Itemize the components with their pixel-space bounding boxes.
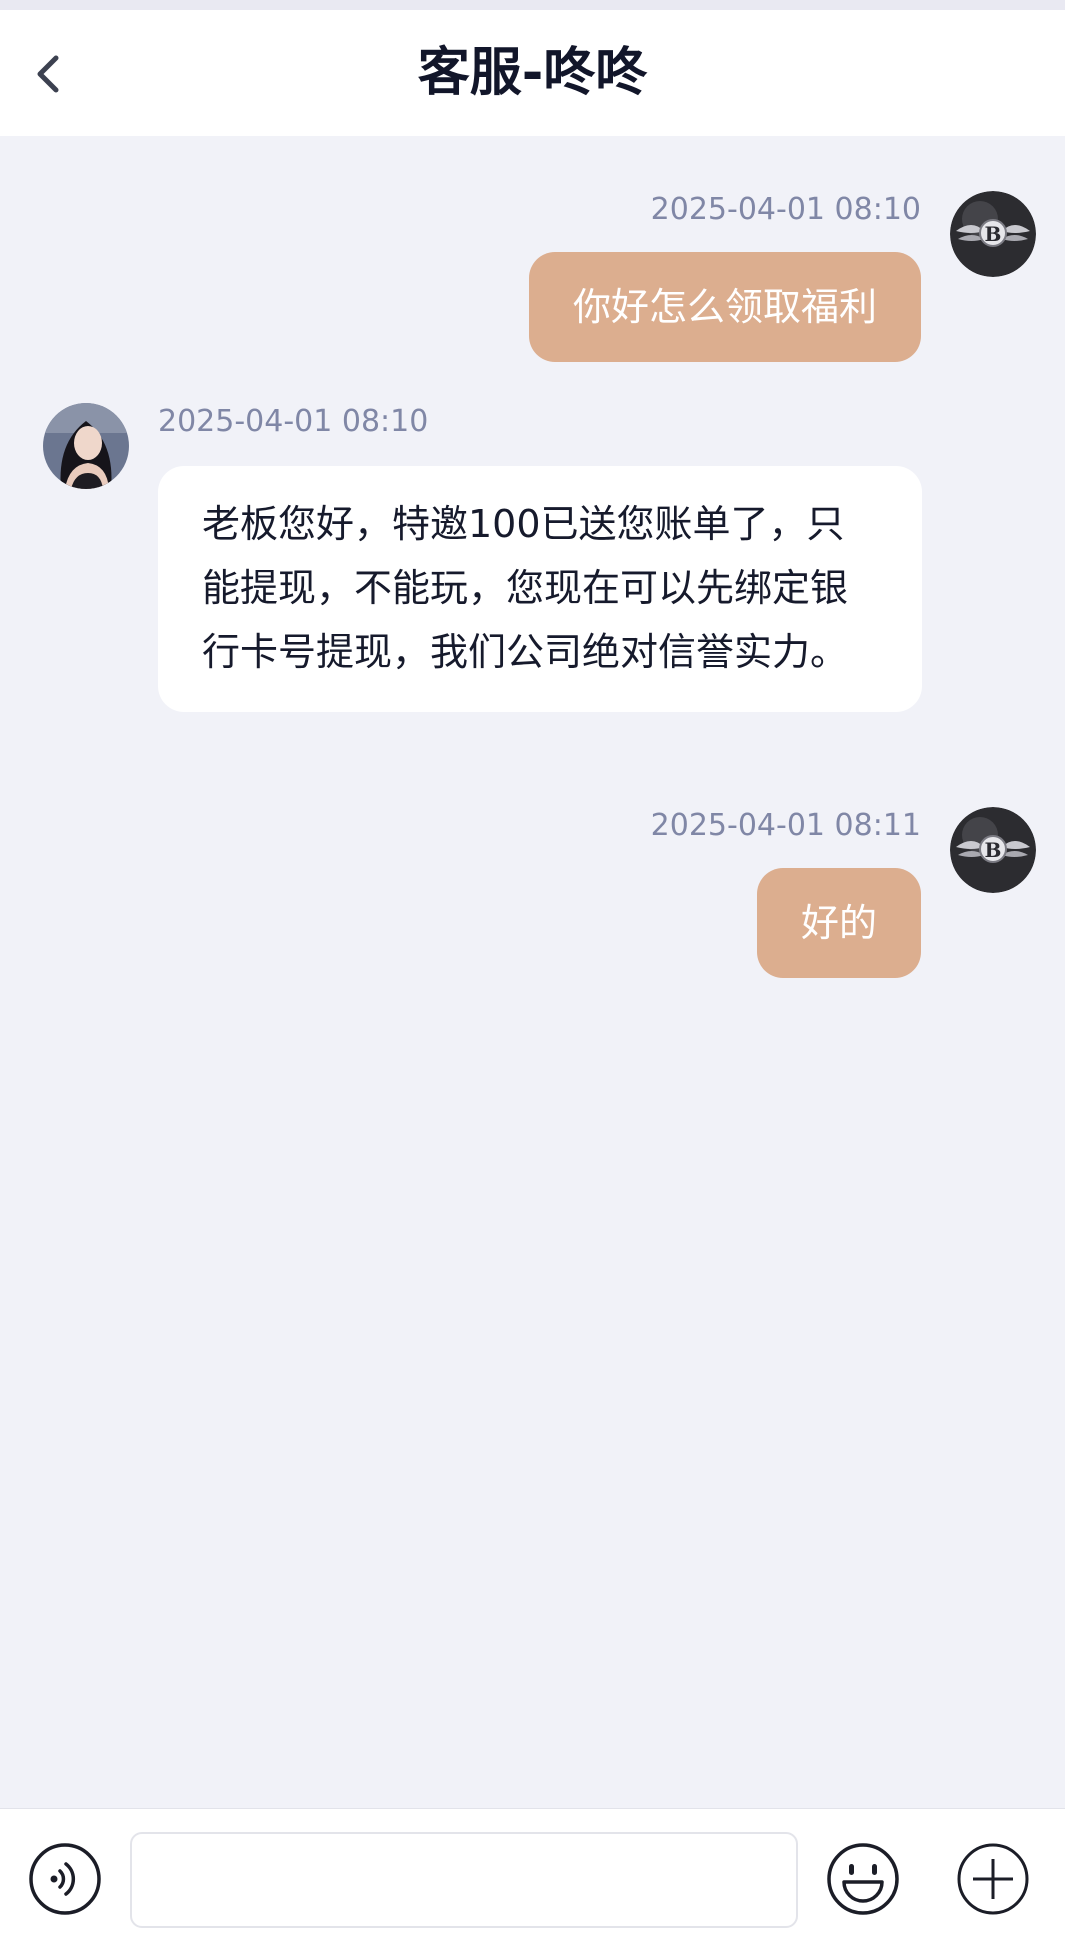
- more-button[interactable]: [956, 1842, 1030, 1916]
- bentley-logo-icon: B: [950, 807, 1036, 893]
- voice-icon: [29, 1843, 101, 1915]
- emoji-icon: [827, 1843, 899, 1915]
- agent-avatar[interactable]: [43, 403, 129, 489]
- user-avatar[interactable]: B: [950, 191, 1036, 277]
- svg-text:B: B: [985, 222, 1002, 246]
- message-bubble-outgoing[interactable]: 你好怎么领取福利: [528, 252, 921, 362]
- emoji-button[interactable]: [826, 1842, 900, 1916]
- header-bar: 客服-咚咚: [0, 10, 1065, 136]
- message-bubble-outgoing[interactable]: 好的: [756, 868, 921, 978]
- voice-button[interactable]: [28, 1842, 102, 1916]
- input-bar: [0, 1808, 1065, 1937]
- agent-photo-icon: [43, 403, 129, 489]
- message-bubble-incoming[interactable]: 老板您好，特邀100已送您账单了，只能提现，不能玩，您现在可以先绑定银行卡号提现…: [158, 466, 922, 712]
- status-strip: [0, 0, 1065, 10]
- page-title: 客服-咚咚: [417, 43, 648, 103]
- message-timestamp: 2025-04-01 08:11: [650, 808, 921, 843]
- message-input[interactable]: [130, 1832, 798, 1928]
- bentley-logo-icon: B: [950, 191, 1036, 277]
- plus-icon: [957, 1843, 1029, 1915]
- message-timestamp: 2025-04-01 08:10: [650, 192, 921, 227]
- user-avatar[interactable]: B: [950, 807, 1036, 893]
- message-timestamp: 2025-04-01 08:10: [158, 404, 429, 439]
- svg-text:B: B: [985, 838, 1002, 862]
